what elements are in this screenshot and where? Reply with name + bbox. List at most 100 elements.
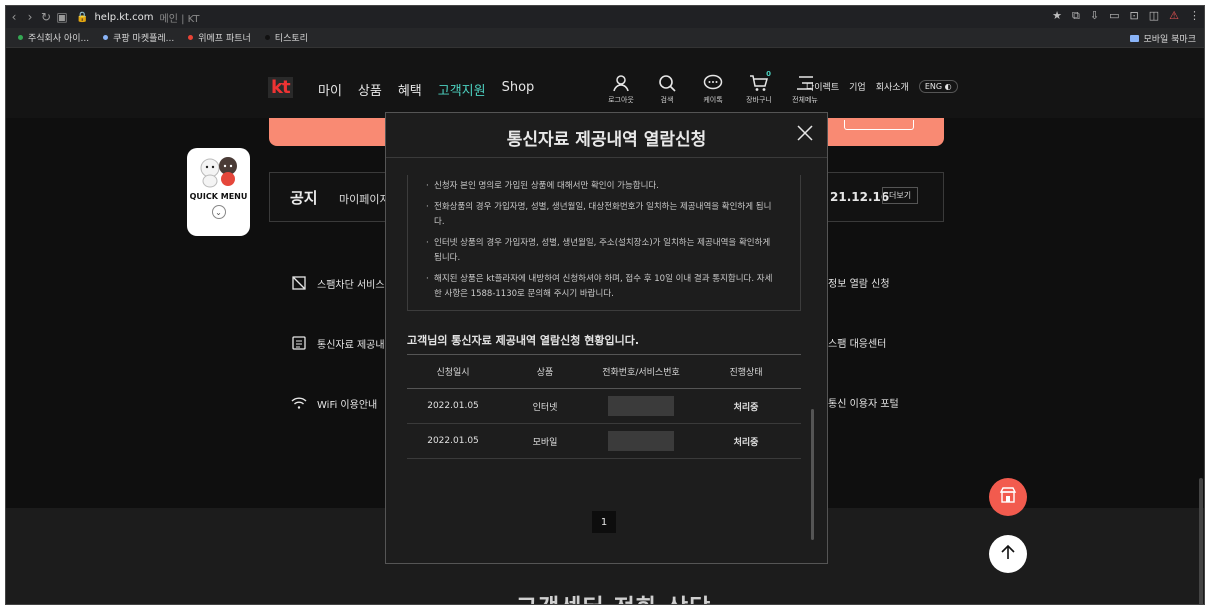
forward-icon[interactable]: › xyxy=(22,10,38,24)
extensions-icon[interactable]: ⧉ xyxy=(1072,9,1080,23)
column-header: 상품 xyxy=(536,368,554,378)
column-header: 전화번호/서비스번호 xyxy=(602,368,680,378)
column-header: 진행상태 xyxy=(729,368,763,378)
pagination-page[interactable]: 1 xyxy=(592,511,616,533)
logout-label: 로그아웃 xyxy=(608,96,634,104)
search-button[interactable]: 검색 xyxy=(650,72,684,105)
modal-title: 통신자료 제공내역 열람신청 xyxy=(506,130,707,150)
nav-item-my[interactable]: 마이 xyxy=(318,80,342,99)
bookmark-star-icon[interactable]: ★ xyxy=(1052,9,1062,23)
data-provision-modal: 통신자료 제공내역 열람신청 · 신청자 본인 명의로 가입된 상품에 대해서만 … xyxy=(385,112,828,564)
redacted-number xyxy=(608,396,674,416)
kt-logo[interactable]: kt xyxy=(268,77,293,98)
screenshot-icon[interactable]: ⊡ xyxy=(1130,9,1139,23)
utility-menu: 로그아웃 검색 케이톡 0 장바구니 전체메뉴 xyxy=(604,70,822,105)
cell-date: 2022.01.05 xyxy=(427,436,479,446)
bookmark-item[interactable]: 위메프 파트너 xyxy=(188,31,251,44)
shop-fab-button[interactable] xyxy=(989,478,1027,516)
note-text: 전화상품의 경우 가입자명, 성별, 생년월일, 대상전화번호가 일치하는 제공… xyxy=(434,202,772,227)
notice-text[interactable]: 마이페이지 xyxy=(339,191,390,207)
scroll-top-button[interactable] xyxy=(989,535,1027,573)
ktalk-label: 케이톡 xyxy=(703,96,723,104)
bookmark-label: 쿠팡 마켓플레... xyxy=(113,34,175,44)
note-text: 신청자 본인 명의로 가입된 상품에 대해서만 확인이 가능합니다. xyxy=(434,181,659,191)
status-heading: 고객님의 통신자료 제공내역 열람신청 현황입니다. xyxy=(407,334,640,347)
lock-icon: 🔒 xyxy=(76,11,89,23)
cell-number xyxy=(591,396,691,416)
cell-product: 인터넷 xyxy=(532,402,558,413)
bookmark-item[interactable]: 티스토리 xyxy=(264,31,308,44)
call-center-title: 고객센터 전화 상담 xyxy=(516,588,711,604)
nav-item-products[interactable]: 상품 xyxy=(358,80,382,99)
service-link-info-request[interactable]: 정보 열람 신청 xyxy=(828,275,890,290)
redacted-number xyxy=(608,431,674,451)
quick-menu[interactable]: QUICK MENU ⌄ xyxy=(187,148,250,236)
cart-button[interactable]: 0 장바구니 xyxy=(742,70,776,105)
download-icon[interactable]: ⇩ xyxy=(1090,9,1099,23)
header-links: 다이렉트 기업 회사소개 ENG ◐ xyxy=(806,80,958,93)
cart-badge: 0 xyxy=(766,70,771,78)
mascot-icon xyxy=(196,154,242,188)
folder-label: 모바일 북마크 xyxy=(1143,35,1196,45)
close-icon[interactable] xyxy=(797,125,813,145)
all-menu-label: 전체메뉴 xyxy=(792,96,818,104)
chevron-down-icon[interactable]: ⌄ xyxy=(211,205,226,219)
bookmark-favicon-icon xyxy=(264,35,270,40)
service-link-data-provision[interactable]: 통신자료 제공내 xyxy=(291,335,385,351)
nav-item-benefits[interactable]: 혜택 xyxy=(398,80,422,99)
user-icon xyxy=(612,72,630,94)
table-header: 신청일시 상품 전화번호/서비스번호 진행상태 xyxy=(407,354,801,389)
back-icon[interactable]: ‹ xyxy=(6,10,22,24)
note-item: · 해지된 상품은 kt플라자에 내방하여 신청하셔야 하며, 접수 후 10일 … xyxy=(426,272,780,302)
link-enterprise[interactable]: 기업 xyxy=(849,80,866,93)
language-label: ENG xyxy=(924,82,943,91)
service-label: 정보 열람 신청 xyxy=(828,279,890,290)
bookmarks-bar: 주식회사 아이... 쿠팡 마켓플레... 위메프 파트너 티스토리 모바일 북… xyxy=(6,28,1204,48)
bookmark-item[interactable]: 쿠팡 마켓플레... xyxy=(103,31,174,44)
service-link-spam-center[interactable]: 스팸 대응센터 xyxy=(828,335,886,350)
banner-button[interactable] xyxy=(844,120,914,130)
bookmark-favicon-icon xyxy=(103,35,109,40)
sidebar-icon[interactable]: ◫ xyxy=(1149,9,1159,23)
modal-header: 통신자료 제공내역 열람신청 xyxy=(386,113,827,158)
warning-icon[interactable]: ⚠ xyxy=(1169,9,1179,23)
link-company[interactable]: 회사소개 xyxy=(876,80,909,93)
more-icon[interactable]: ⋮ xyxy=(1189,9,1200,23)
reader-icon[interactable]: ▣ xyxy=(54,10,70,24)
logout-button[interactable]: 로그아웃 xyxy=(604,72,638,105)
cell-status: 처리중 xyxy=(733,437,759,448)
service-link-spam-block[interactable]: 스팸차단 서비스 xyxy=(291,275,385,291)
service-link-wifi[interactable]: WiFi 이용안내 xyxy=(291,395,377,411)
table-row: 2022.01.05 모바일 처리중 xyxy=(407,424,801,459)
nav-item-shop[interactable]: Shop xyxy=(502,80,535,99)
link-direct[interactable]: 다이렉트 xyxy=(806,80,839,93)
cast-icon[interactable]: ▭ xyxy=(1109,9,1119,23)
mobile-bookmarks-folder[interactable]: 모바일 북마크 xyxy=(1130,32,1196,45)
page-scrollbar[interactable] xyxy=(1199,478,1203,604)
notice-more-button[interactable]: 더보기 xyxy=(882,187,919,204)
ktalk-button[interactable]: 케이톡 xyxy=(696,72,730,105)
service-link-user-portal[interactable]: 통신 이용자 포털 xyxy=(828,395,899,410)
cell-product: 모바일 xyxy=(532,437,558,448)
bookmark-item[interactable]: 주식회사 아이... xyxy=(18,31,89,44)
browser-actions: ★ ⧉ ⇩ ▭ ⊡ ◫ ⚠ ⋮ xyxy=(1052,9,1200,23)
address-bar[interactable]: 🔒 help.kt.com 메인 | KT xyxy=(76,10,200,25)
folder-icon xyxy=(1130,35,1140,42)
note-text: 해지된 상품은 kt플라자에 내방하여 신청하셔야 하며, 접수 후 10일 이… xyxy=(434,274,773,299)
service-label: 통신 이용자 포털 xyxy=(828,399,899,410)
note-item: · 신청자 본인 명의로 가입된 상품에 대해서만 확인이 가능합니다. xyxy=(426,179,780,194)
language-button[interactable]: ENG ◐ xyxy=(918,80,958,93)
chat-icon xyxy=(703,72,723,94)
note-text: 인터넷 상품의 경우 가입자명, 성별, 생년월일, 주소(설치장소)가 일치하… xyxy=(434,238,771,263)
status-table: 신청일시 상품 전화번호/서비스번호 진행상태 2022.01.05 인터넷 처… xyxy=(407,354,801,459)
modal-scrollbar[interactable] xyxy=(811,409,814,540)
bookmark-label: 티스토리 xyxy=(274,34,308,44)
logo-text: kt xyxy=(271,77,291,98)
cell-status: 처리중 xyxy=(733,402,759,413)
reload-icon[interactable]: ↻ xyxy=(38,10,54,24)
nav-item-support[interactable]: 고객지원 xyxy=(438,80,486,99)
bookmark-label: 주식회사 아이... xyxy=(28,34,90,44)
note-item: · 인터넷 상품의 경우 가입자명, 성별, 생년월일, 주소(설치장소)가 일치… xyxy=(426,236,780,266)
arrow-up-icon xyxy=(1001,544,1015,564)
bookmark-favicon-icon xyxy=(18,35,23,40)
